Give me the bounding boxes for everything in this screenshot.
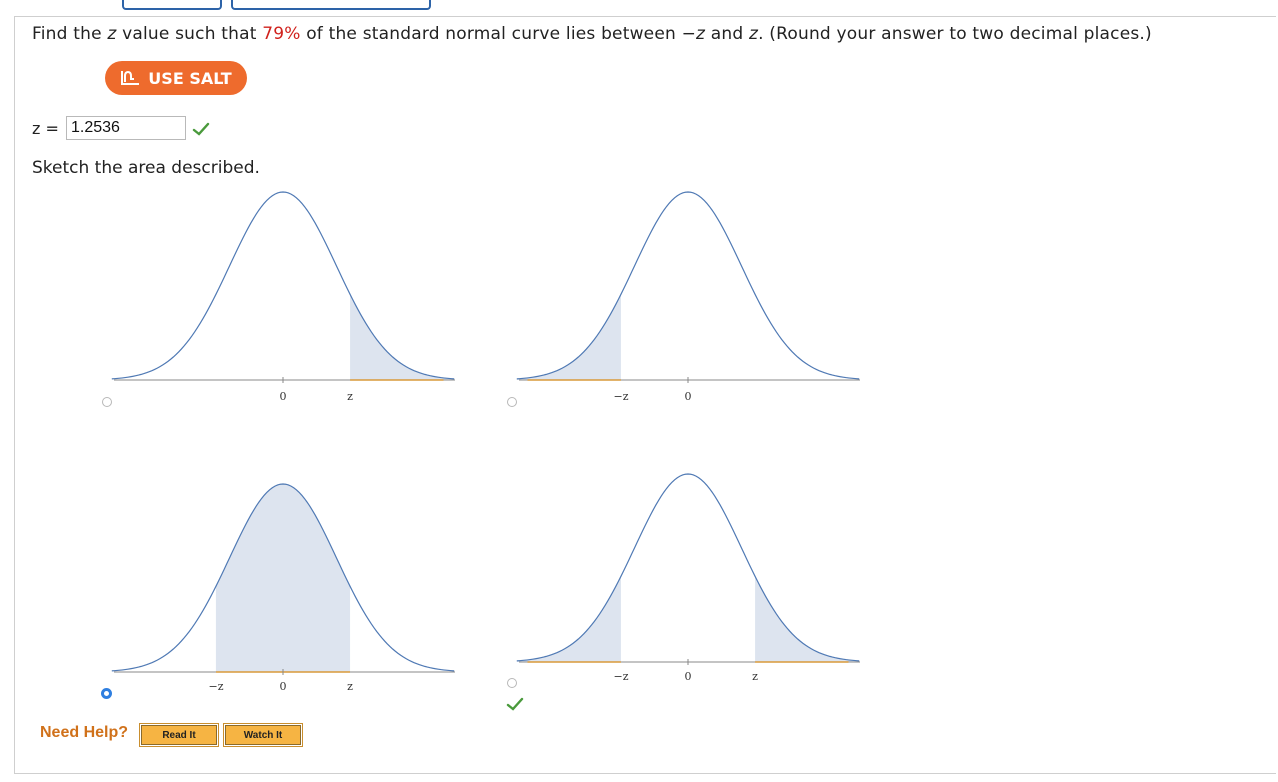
shaded-area-left-tail xyxy=(516,294,621,380)
tick-label-z: z xyxy=(752,670,758,683)
tick-label-neg-z: −z xyxy=(613,390,628,403)
shaded-area-center xyxy=(215,484,351,672)
shaded-area-right-tail xyxy=(350,294,455,380)
tick-label-z: z xyxy=(347,680,353,693)
read-it-button[interactable]: Read It xyxy=(139,723,219,747)
option-a-plot[interactable]: 0 z xyxy=(110,185,460,410)
normal-curve xyxy=(516,191,860,380)
top-tab-strip xyxy=(0,0,1278,16)
option-d-plot[interactable]: −z 0 z xyxy=(515,465,865,690)
normal-curve xyxy=(516,473,860,662)
watch-it-button[interactable]: Watch It xyxy=(223,723,303,747)
option-d-radio[interactable] xyxy=(507,678,517,688)
tick-label-z: z xyxy=(347,390,353,403)
z-label: z = xyxy=(32,119,59,138)
sketch-prompt: Sketch the area described. xyxy=(32,158,260,178)
need-help-label: Need Help? xyxy=(40,724,129,741)
tick-label-0: 0 xyxy=(685,390,692,403)
option-b-plot[interactable]: −z 0 xyxy=(515,185,865,410)
option-c-plot[interactable]: −z 0 z xyxy=(110,475,460,700)
salt-chart-icon xyxy=(121,70,140,85)
tick-label-0: 0 xyxy=(685,670,692,683)
correct-check-icon xyxy=(192,122,210,136)
tick-label-0: 0 xyxy=(280,390,287,403)
top-tab-2[interactable] xyxy=(231,0,431,10)
option-b-radio[interactable] xyxy=(507,397,517,407)
tick-label-neg-z: −z xyxy=(208,680,223,693)
use-salt-button[interactable]: USE SALT xyxy=(105,61,247,95)
tick-label-0: 0 xyxy=(280,680,287,693)
correct-check-icon xyxy=(506,697,524,711)
tick-label-neg-z: −z xyxy=(613,670,628,683)
use-salt-label: USE SALT xyxy=(148,68,232,88)
z-answer-input[interactable] xyxy=(66,116,186,140)
percent-value: 79% xyxy=(262,24,301,44)
option-c-radio[interactable] xyxy=(101,688,112,699)
question-text: Find the z value such that 79% of the st… xyxy=(32,24,1152,44)
option-a-radio[interactable] xyxy=(102,397,112,407)
top-tab-1[interactable] xyxy=(122,0,222,10)
shaded-area-two-tails xyxy=(516,576,860,662)
normal-curve xyxy=(111,191,455,380)
